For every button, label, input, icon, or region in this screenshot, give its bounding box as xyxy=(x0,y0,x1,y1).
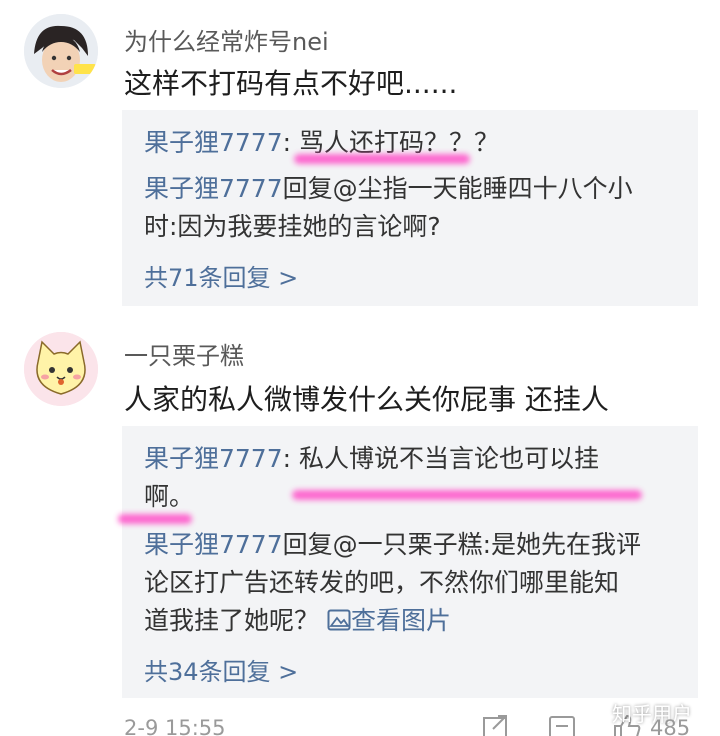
view-image-label: 查看图片 xyxy=(350,606,451,635)
reply-line: 果子狸7777回复@尘指一天能睡四十八个小 xyxy=(144,170,633,207)
view-image-link[interactable]: 查看图片 xyxy=(327,606,451,635)
reply-author[interactable]: 果子狸7777 xyxy=(144,174,283,203)
highlight-mark xyxy=(292,490,642,500)
image-icon xyxy=(327,609,351,631)
reply-text: : 骂人还打码？？？ xyxy=(282,128,499,157)
reply-text-cont: 时:因为我要挂她的言论啊? xyxy=(144,212,441,241)
reply-author[interactable]: 果子狸7777 xyxy=(144,530,283,559)
comment-username[interactable]: 一只栗子糕 xyxy=(124,336,244,371)
share-icon[interactable] xyxy=(482,714,510,736)
reply-line: 果子狸7777: 私人博说不当言论也可以挂 xyxy=(144,440,599,477)
comment-content: 这样不打码有点不好吧...... xyxy=(124,67,458,100)
reply-line: 果子狸7777回复@一只栗子糕:是她先在我评 xyxy=(144,526,641,563)
reply-line: 道我挂了她呢？ 查看图片 xyxy=(144,602,451,639)
comment-footer: 2-9 15:55 知乎用户 485 xyxy=(0,702,720,736)
avatar[interactable] xyxy=(24,14,98,88)
comment-username[interactable]: 为什么经常炸号nei xyxy=(124,22,329,57)
comment-icon[interactable] xyxy=(548,714,576,736)
reply-text: 回复@尘指一天能睡四十八个小 xyxy=(282,174,633,203)
more-replies-link[interactable]: 共34条回复 > xyxy=(144,652,298,687)
reply-text: : 私人博说不当言论也可以挂 xyxy=(282,444,599,473)
reply-text: 回复@一只栗子糕:是她先在我评 xyxy=(282,530,642,559)
avatar[interactable] xyxy=(24,332,98,406)
more-replies-link[interactable]: 共71条回复 > xyxy=(144,258,298,293)
reply-box: 果子狸7777: 骂人还打码？？？ 果子狸7777回复@尘指一天能睡四十八个小 … xyxy=(122,110,698,306)
comment-content: 人家的私人微博发什么关你屁事 还挂人 xyxy=(124,383,609,416)
reply-text-cont: 论区打广告还转发的吧，不然你们哪里能知 xyxy=(144,568,620,597)
timestamp: 2-9 15:55 xyxy=(124,716,226,736)
reply-author[interactable]: 果子狸7777 xyxy=(144,128,283,157)
like-count: 485 xyxy=(650,716,691,736)
reply-box: 果子狸7777: 私人博说不当言论也可以挂 啊。 果子狸7777回复@一只栗子糕… xyxy=(118,426,698,698)
reply-text-cont: 啊。 xyxy=(144,482,195,511)
highlight-mark xyxy=(118,514,192,524)
highlight-mark xyxy=(294,154,470,164)
reply-text-cont: 道我挂了她呢？ xyxy=(144,606,320,635)
reply-author[interactable]: 果子狸7777 xyxy=(144,444,283,473)
